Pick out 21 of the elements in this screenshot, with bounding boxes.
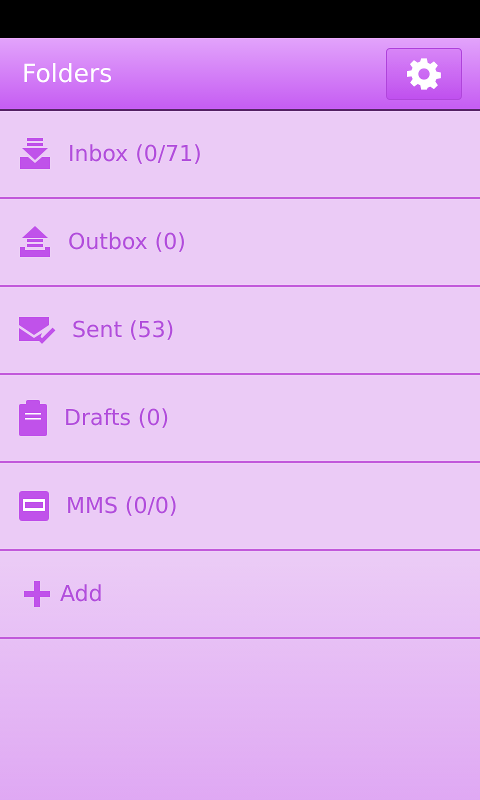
folder-item[interactable]: Drafts (0)	[0, 375, 480, 463]
folder-label: MMS (0/0)	[66, 494, 178, 518]
plus-icon	[24, 581, 50, 607]
folder-label: Outbox (0)	[68, 230, 186, 254]
folder-item[interactable]: Outbox (0)	[0, 199, 480, 287]
folder-label: Inbox (0/71)	[68, 142, 202, 166]
folder-item[interactable]: Sent (53)	[0, 287, 480, 375]
folder-label: Sent (53)	[72, 318, 174, 342]
media-message-icon	[18, 490, 50, 522]
folder-item[interactable]: MMS (0/0)	[0, 463, 480, 551]
settings-button[interactable]	[386, 48, 462, 100]
settings-icon	[407, 56, 441, 90]
clipboard-icon	[18, 399, 48, 437]
folder-label: Drafts (0)	[64, 406, 170, 430]
folder-item[interactable]: Add	[0, 551, 480, 639]
envelope-check-icon	[18, 315, 56, 345]
screen-title: Folders	[22, 59, 112, 88]
folder-label: Add	[60, 582, 103, 606]
outbox-icon	[18, 225, 52, 259]
folder-item[interactable]: Inbox (0/71)	[0, 111, 480, 199]
inbox-icon	[18, 137, 52, 171]
